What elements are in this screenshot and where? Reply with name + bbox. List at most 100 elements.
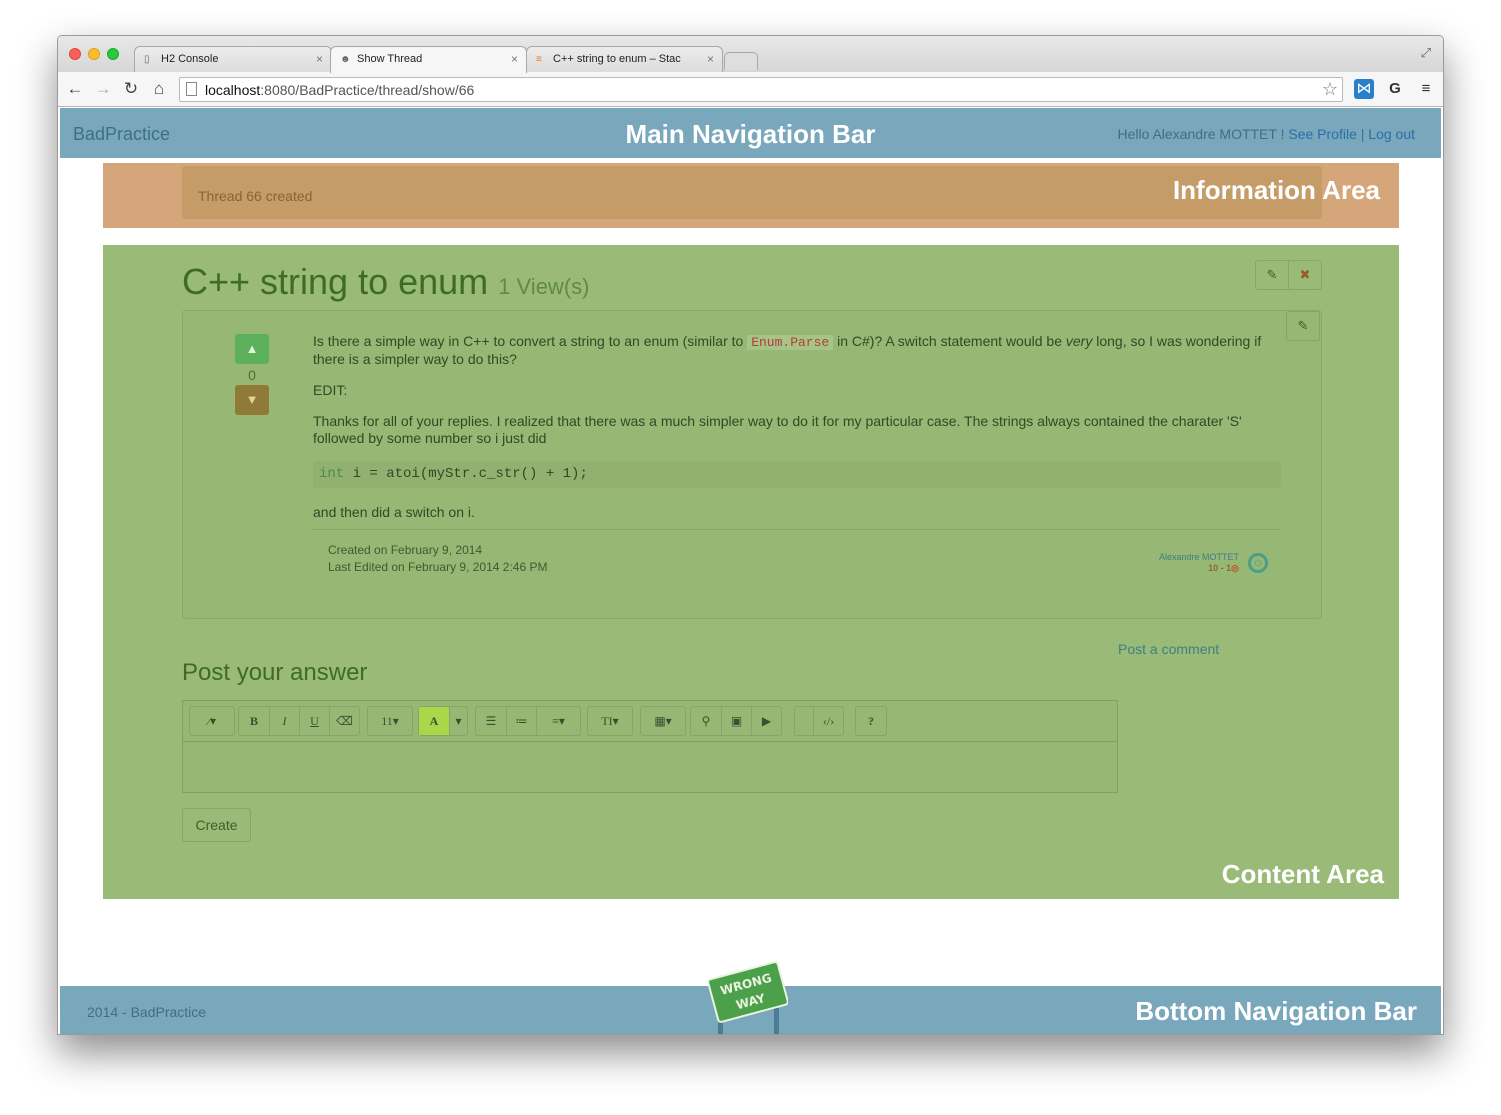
address-bar[interactable]: localhost:8080/BadPractice/thread/show/6… bbox=[179, 77, 1343, 102]
close-icon[interactable]: × bbox=[707, 52, 714, 66]
font-color-icon[interactable]: A bbox=[419, 707, 449, 735]
color-group: A ▾ bbox=[418, 706, 468, 736]
extension-g-icon[interactable]: G bbox=[1385, 79, 1405, 99]
unordered-list-icon[interactable]: ☰ bbox=[476, 707, 506, 735]
help-button[interactable]: ? bbox=[856, 707, 886, 735]
image-icon[interactable]: ▣ bbox=[721, 707, 751, 735]
content-area-label: Content Area bbox=[1221, 859, 1384, 889]
author-info: Alexandre MOTTET 10 - 1◎ bbox=[1159, 552, 1239, 574]
tab-label: C++ string to enum – Stac bbox=[553, 53, 681, 65]
tab-label: Show Thread bbox=[357, 53, 423, 65]
tab-show-thread[interactable]: ☻ Show Thread × bbox=[330, 46, 527, 73]
information-area: Thread 66 created Information Area bbox=[103, 163, 1399, 228]
help-group: ? bbox=[855, 706, 887, 736]
post-paragraph: Thanks for all of your replies. I realiz… bbox=[313, 413, 1242, 446]
page-viewport: BadPractice Main Navigation Bar Hello Al… bbox=[58, 107, 1443, 1034]
close-icon[interactable]: × bbox=[511, 52, 518, 66]
star-icon[interactable]: ☆ bbox=[1322, 79, 1338, 100]
thread-actions: ✎ ✖ bbox=[1255, 260, 1322, 290]
author-reputation: 10 - 1◎ bbox=[1208, 563, 1239, 573]
tab-stackoverflow[interactable]: ≡ C++ string to enum – Stac × bbox=[526, 46, 723, 72]
code-view-icon[interactable]: ‹/› bbox=[813, 707, 843, 735]
code-group: ‹/› bbox=[794, 706, 844, 736]
wrong-way-sign-logo: WRONG WAY bbox=[708, 961, 788, 1034]
code-block: int i = atoi(myStr.c_str() + 1); bbox=[313, 461, 1281, 488]
pencil-icon[interactable]: ✎ bbox=[1286, 311, 1320, 341]
content-area: C++ string to enum 1 View(s) ✎ ✖ ✎ ▲ 0 ▼… bbox=[103, 245, 1399, 899]
eraser-icon[interactable]: ⌫ bbox=[329, 707, 359, 735]
align-icon[interactable]: ≡▾ bbox=[536, 707, 580, 735]
pencil-icon[interactable]: ✎ bbox=[1256, 261, 1288, 289]
see-profile-link[interactable]: See Profile bbox=[1288, 126, 1356, 142]
insert-group: ⚲ ▣ ▶ bbox=[690, 706, 782, 736]
post-paragraph: EDIT: bbox=[313, 382, 348, 398]
video-icon[interactable]: ▶ bbox=[751, 707, 781, 735]
logout-link[interactable]: Log out bbox=[1368, 126, 1415, 142]
extension-icon[interactable]: ⋈ bbox=[1354, 79, 1374, 99]
power-icon: ⏻ bbox=[1248, 553, 1268, 573]
page-icon bbox=[186, 82, 197, 96]
line-height-select[interactable]: TI▾ bbox=[588, 707, 632, 735]
line-height-group: TI▾ bbox=[587, 706, 633, 736]
title-bar: ▯ H2 Console × ☻ Show Thread × ≡ C++ str… bbox=[58, 36, 1443, 73]
fullscreen-icon[interactable]: ⤢ bbox=[1421, 45, 1431, 61]
post-paragraph: and then did a switch on i. bbox=[313, 504, 475, 520]
post-footer: Created on February 9, 2014 Last Edited … bbox=[313, 529, 1281, 574]
post-body: Is there a simple way in C++ to convert … bbox=[313, 333, 1281, 535]
tab-h2-console[interactable]: ▯ H2 Console × bbox=[134, 46, 332, 72]
author-name[interactable]: Alexandre MOTTET bbox=[1159, 552, 1239, 563]
minimize-window-button[interactable] bbox=[88, 48, 100, 60]
magic-wand-icon[interactable]: ⁄▾ bbox=[190, 707, 234, 735]
info-area-label: Information Area bbox=[1172, 175, 1380, 205]
url-text[interactable]: localhost:8080/BadPractice/thread/show/6… bbox=[205, 82, 474, 98]
editor-toolbar: ⁄▾ B I U ⌫ 11▾ A ▾ ☰ ≔ ≡▾ TI▾ ▦▾ ⚲ ▣ ▶ ‹… bbox=[183, 701, 1117, 742]
forward-icon[interactable]: → bbox=[93, 79, 113, 99]
main-navigation-bar: BadPractice Main Navigation Bar Hello Al… bbox=[60, 108, 1441, 158]
post-paragraph: Is there a simple way in C++ to convert … bbox=[313, 333, 1262, 367]
edited-date: Last Edited on February 9, 2014 2:46 PM bbox=[328, 560, 548, 574]
fullscreen-button[interactable] bbox=[795, 707, 813, 735]
question-title: C++ string to enum 1 View(s) bbox=[182, 261, 590, 302]
create-button[interactable]: Create bbox=[182, 808, 251, 842]
close-icon[interactable]: ✖ bbox=[1288, 261, 1321, 289]
brand-link[interactable]: BadPractice bbox=[73, 124, 170, 145]
back-icon[interactable]: ← bbox=[65, 79, 85, 99]
post-meta: Created on February 9, 2014 Last Edited … bbox=[328, 542, 547, 576]
link-icon[interactable]: ⚲ bbox=[691, 707, 721, 735]
font-size-select[interactable]: 11▾ bbox=[368, 707, 412, 735]
info-alert: Thread 66 created bbox=[182, 166, 1322, 219]
answer-heading: Post your answer bbox=[182, 659, 368, 686]
close-icon[interactable]: × bbox=[316, 52, 323, 66]
style-group: ⁄▾ bbox=[189, 706, 235, 736]
answer-editor: ⁄▾ B I U ⌫ 11▾ A ▾ ☰ ≔ ≡▾ TI▾ ▦▾ ⚲ ▣ ▶ ‹… bbox=[182, 700, 1118, 793]
ordered-list-icon[interactable]: ≔ bbox=[506, 707, 536, 735]
home-icon[interactable]: ⌂ bbox=[149, 79, 169, 99]
table-group: ▦▾ bbox=[640, 706, 686, 736]
menu-icon[interactable]: ≡ bbox=[1416, 79, 1436, 99]
skull-icon: ☻ bbox=[340, 54, 351, 65]
view-count: 1 View(s) bbox=[498, 274, 590, 299]
alert-message: Thread 66 created bbox=[198, 188, 313, 204]
zoom-window-button[interactable] bbox=[107, 48, 119, 60]
post-comment-link[interactable]: Post a comment bbox=[1118, 641, 1219, 657]
chevron-up-icon[interactable]: ▲ bbox=[235, 334, 269, 364]
inline-code: Enum.Parse bbox=[747, 335, 834, 350]
created-date: Created on February 9, 2014 bbox=[328, 543, 483, 557]
list-group: ☰ ≔ ≡▾ bbox=[475, 706, 581, 736]
vote-count: 0 bbox=[248, 367, 256, 383]
underline-button[interactable]: U bbox=[299, 707, 329, 735]
copyright-text: 2014 - BadPractice bbox=[87, 1004, 207, 1020]
reload-icon[interactable]: ↻ bbox=[121, 79, 141, 99]
stackoverflow-icon: ≡ bbox=[536, 54, 542, 65]
table-icon[interactable]: ▦▾ bbox=[641, 707, 685, 735]
chevron-down-icon[interactable]: ▼ bbox=[235, 385, 269, 415]
bold-button[interactable]: B bbox=[239, 707, 269, 735]
new-tab-button[interactable] bbox=[724, 52, 758, 70]
browser-toolbar: ← → ↻ ⌂ localhost:8080/BadPractice/threa… bbox=[58, 72, 1443, 107]
close-window-button[interactable] bbox=[69, 48, 81, 60]
tab-label: H2 Console bbox=[161, 53, 219, 65]
browser-window: ▯ H2 Console × ☻ Show Thread × ≡ C++ str… bbox=[57, 35, 1444, 1035]
chevron-down-icon[interactable]: ▾ bbox=[449, 707, 467, 735]
page-icon: ▯ bbox=[144, 54, 150, 65]
italic-button[interactable]: I bbox=[269, 707, 299, 735]
